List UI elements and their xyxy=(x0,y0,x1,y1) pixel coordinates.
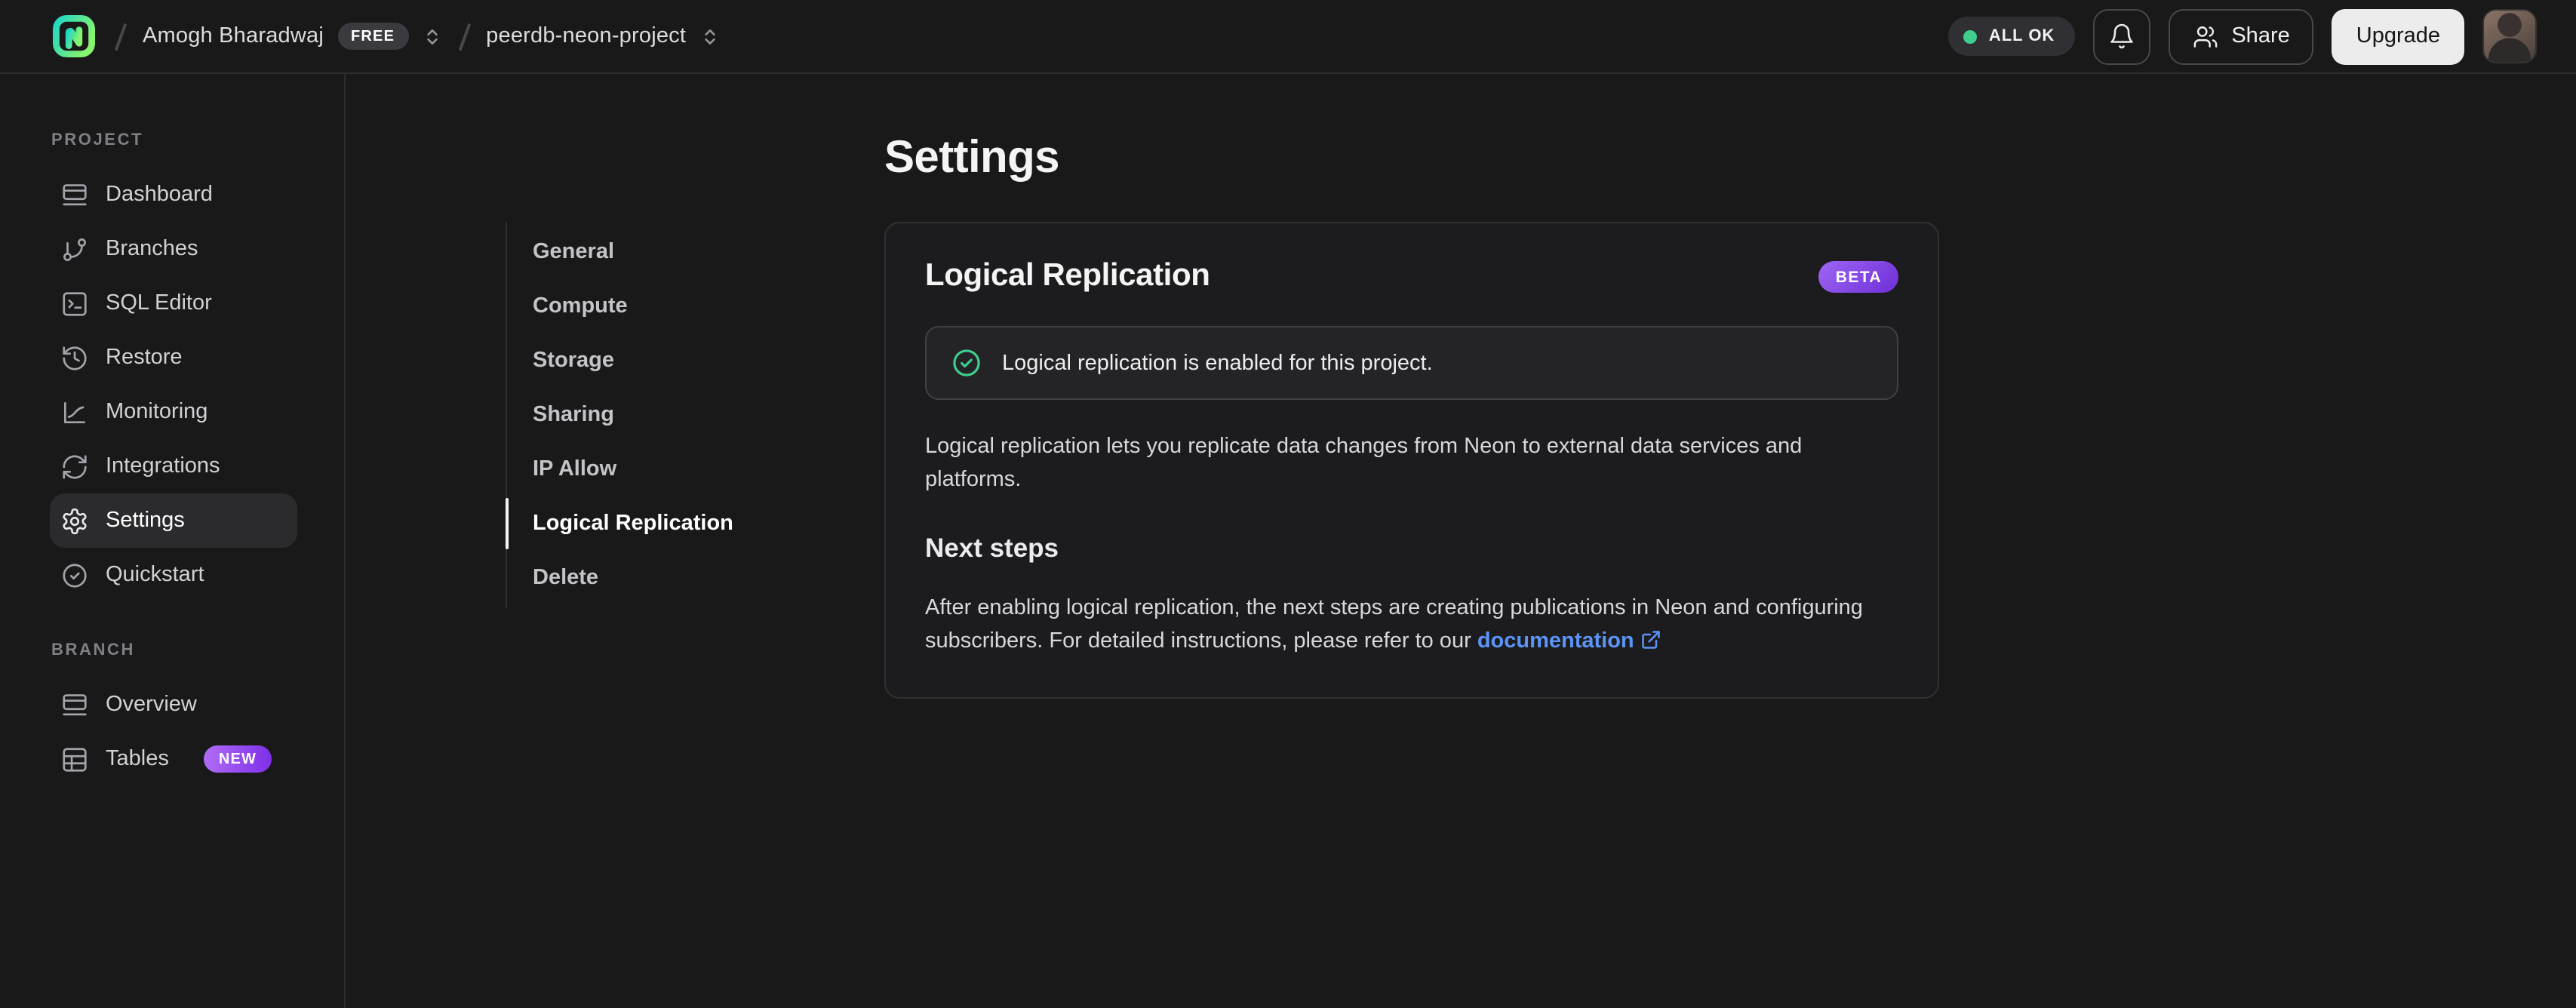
sidebar-item-label: Restore xyxy=(106,346,183,370)
documentation-link[interactable]: documentation xyxy=(1477,628,1634,653)
gear-icon xyxy=(60,506,89,535)
breadcrumb: Amogh Bharadwaj FREE peerdb-neon-project xyxy=(50,12,719,60)
next-steps-text: After enabling logical replication, the … xyxy=(925,593,1898,658)
sidebar-item-restore[interactable]: Restore xyxy=(50,330,297,385)
subnav-item-storage[interactable]: Storage xyxy=(507,333,884,388)
external-link-icon[interactable] xyxy=(1640,628,1661,650)
beta-badge: BETA xyxy=(1818,260,1898,292)
main-content: Settings General Compute Storage Sharing… xyxy=(346,74,2576,1008)
subnav-item-compute[interactable]: Compute xyxy=(507,279,884,333)
sidebar-item-sql-editor[interactable]: SQL Editor xyxy=(50,276,297,330)
next-steps-title: Next steps xyxy=(925,533,1059,563)
topbar-actions: ALL OK Share Upgrade xyxy=(1947,8,2537,64)
project-switcher[interactable]: peerdb-neon-project xyxy=(486,24,719,48)
breadcrumb-slash xyxy=(114,22,127,51)
sidebar-item-monitoring[interactable]: Monitoring xyxy=(50,385,297,439)
sidebar-item-label: Branches xyxy=(106,237,198,261)
users-icon xyxy=(2192,23,2218,49)
subnav-item-ip-allow[interactable]: IP Allow xyxy=(507,442,884,496)
up-down-chevrons-icon xyxy=(422,26,441,46)
neon-logo[interactable] xyxy=(50,12,98,60)
upgrade-button[interactable]: Upgrade xyxy=(2332,8,2464,64)
status-dot xyxy=(1963,29,1977,43)
sidebar-item-integrations[interactable]: Integrations xyxy=(50,439,297,493)
notifications-button[interactable] xyxy=(2092,8,2150,64)
window-icon xyxy=(60,690,89,719)
sidebar-item-quickstart[interactable]: Quickstart xyxy=(50,548,297,602)
sidebar-section-project: PROJECT xyxy=(51,131,144,149)
project-name: peerdb-neon-project xyxy=(486,24,687,48)
sidebar-item-label: Quickstart xyxy=(106,563,204,587)
status-label: ALL OK xyxy=(1988,27,2055,45)
terminal-icon xyxy=(60,289,89,318)
sidebar-item-dashboard[interactable]: Dashboard xyxy=(50,167,297,222)
new-badge: NEW xyxy=(203,745,272,773)
topbar: Amogh Bharadwaj FREE peerdb-neon-project… xyxy=(0,0,2576,74)
breadcrumb-slash xyxy=(457,22,470,51)
sidebar-item-label: Tables xyxy=(106,747,169,771)
card-description: Logical replication lets you replicate d… xyxy=(925,435,1803,491)
card-title: Logical Replication xyxy=(925,258,1210,293)
next-steps-text-body: After enabling logical replication, the … xyxy=(925,596,1863,653)
up-down-chevrons-icon xyxy=(699,26,719,46)
git-branch-icon xyxy=(60,235,89,263)
sidebar-item-label: SQL Editor xyxy=(106,291,212,315)
org-name: Amogh Bharadwaj xyxy=(143,24,324,48)
sidebar-item-settings[interactable]: Settings xyxy=(50,493,297,548)
subnav-item-general[interactable]: General xyxy=(507,225,884,279)
settings-subnav: General Compute Storage Sharing IP Allow… xyxy=(505,222,884,608)
bell-icon xyxy=(2107,23,2135,50)
page-title: Settings xyxy=(884,133,1060,183)
user-avatar[interactable] xyxy=(2482,9,2537,63)
card-header: Logical Replication BETA xyxy=(925,258,1898,294)
sidebar-section-branch: BRANCH xyxy=(51,641,135,659)
integrations-icon xyxy=(60,452,89,481)
table-icon xyxy=(60,745,89,773)
alert-text: Logical replication is enabled for this … xyxy=(1002,351,1433,375)
org-switcher[interactable]: Amogh Bharadwaj FREE xyxy=(143,23,441,50)
share-button[interactable]: Share xyxy=(2168,8,2314,64)
success-alert: Logical replication is enabled for this … xyxy=(925,326,1898,400)
sidebar-item-label: Monitoring xyxy=(106,400,208,424)
sidebar-item-overview[interactable]: Overview xyxy=(50,678,297,732)
circle-check-icon xyxy=(60,561,89,589)
sidebar-item-branches[interactable]: Branches xyxy=(50,222,297,276)
shell: PROJECT Dashboard Branches SQL Editor Re… xyxy=(0,74,2576,1008)
plan-badge: FREE xyxy=(337,23,409,50)
share-label: Share xyxy=(2231,24,2290,48)
sidebar-item-label: Integrations xyxy=(106,454,220,478)
history-icon xyxy=(60,343,89,372)
subnav-item-sharing[interactable]: Sharing xyxy=(507,388,884,442)
logical-replication-card: Logical Replication BETA Logical replica… xyxy=(884,222,1939,699)
sidebar-item-label: Overview xyxy=(106,693,197,717)
sidebar-item-tables[interactable]: Tables NEW xyxy=(50,732,297,786)
sidebar-item-label: Dashboard xyxy=(106,183,213,207)
subnav-item-logical-replication[interactable]: Logical Replication xyxy=(505,496,884,551)
sidebar-item-label: Settings xyxy=(106,509,185,533)
sidebar: PROJECT Dashboard Branches SQL Editor Re… xyxy=(0,74,346,1008)
subnav-item-delete[interactable]: Delete xyxy=(507,551,884,605)
chart-icon xyxy=(60,398,89,426)
status-badge[interactable]: ALL OK xyxy=(1947,17,2075,56)
check-circle-icon xyxy=(951,347,982,379)
settings-layout: General Compute Storage Sharing IP Allow… xyxy=(505,222,2576,699)
dashboard-icon xyxy=(60,180,89,209)
app: Amogh Bharadwaj FREE peerdb-neon-project… xyxy=(0,0,2576,1008)
